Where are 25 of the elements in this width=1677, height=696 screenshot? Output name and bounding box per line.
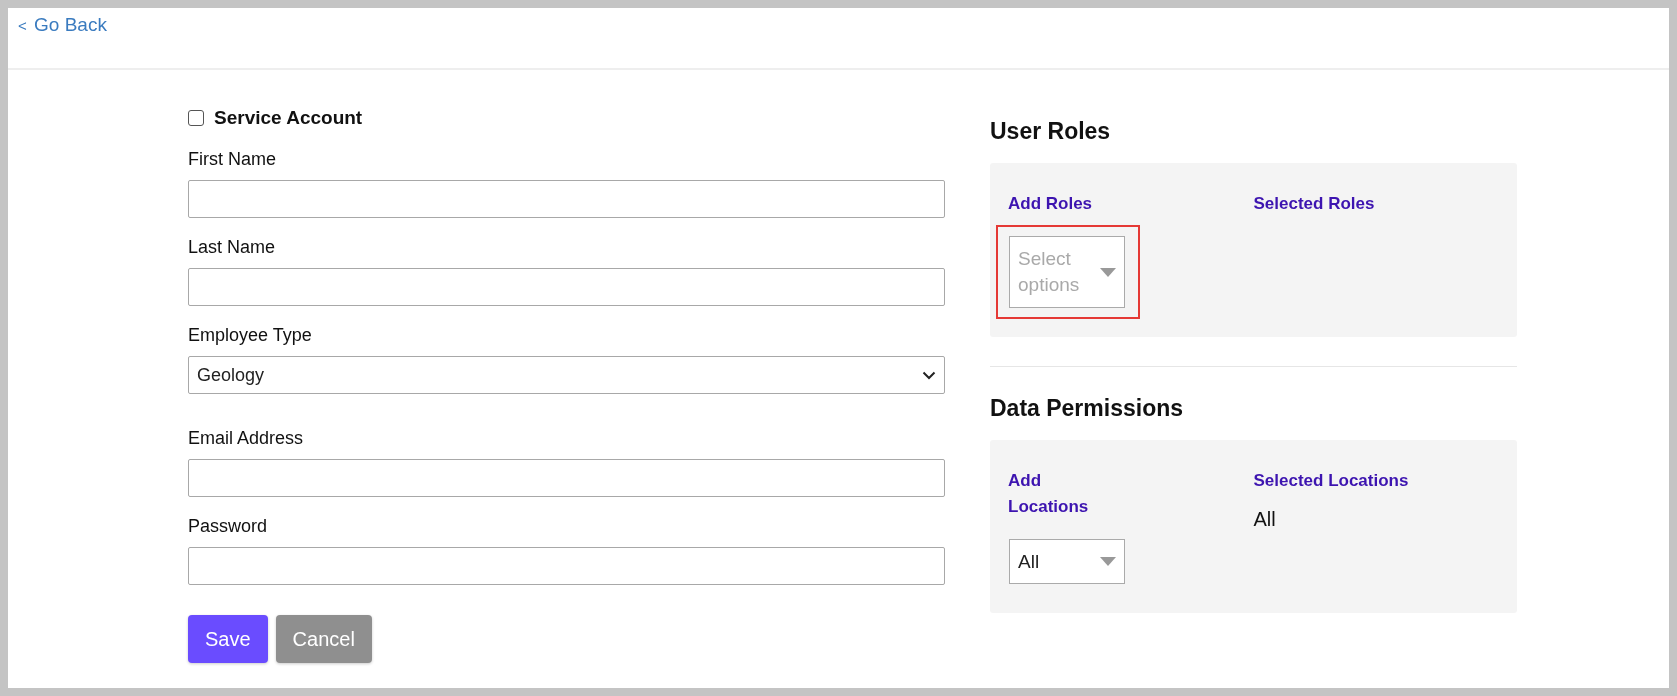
- field-label: Last Name: [188, 237, 277, 258]
- input-field[interactable]: [188, 547, 945, 585]
- field-label: Email Address: [188, 428, 305, 449]
- section-heading: Data Permissions: [990, 395, 1185, 423]
- go-back-link[interactable]: < Go Back: [18, 14, 107, 35]
- section-heading: User Roles: [990, 118, 1112, 146]
- field-label: Password: [188, 516, 269, 537]
- add-roles-label: Add Roles: [1008, 193, 1094, 215]
- field-label: First Name: [188, 149, 277, 170]
- selected-locations-label: Selected Locations: [1253, 470, 1410, 492]
- selected-location-value: All: [1253, 508, 1277, 531]
- service-account-label: Service Account: [214, 107, 363, 129]
- dropdown-triangle-icon: [1100, 267, 1116, 277]
- input-field[interactable]: [188, 180, 945, 218]
- dropdown-triangle-icon: [1100, 557, 1116, 566]
- input-field[interactable]: [188, 268, 945, 306]
- add-locations-label: Add Locations: [1008, 470, 1090, 518]
- selected-roles-label: Selected Roles: [1253, 193, 1376, 215]
- input-field[interactable]: [188, 459, 945, 497]
- employee-type-select[interactable]: Geology: [188, 356, 945, 394]
- service-account-checkbox[interactable]: [188, 110, 204, 126]
- field-label: Employee Type: [188, 325, 313, 346]
- save-button[interactable]: Save: [188, 615, 268, 663]
- chevron-down-icon: [922, 370, 936, 380]
- locations-select[interactable]: All: [1009, 539, 1125, 584]
